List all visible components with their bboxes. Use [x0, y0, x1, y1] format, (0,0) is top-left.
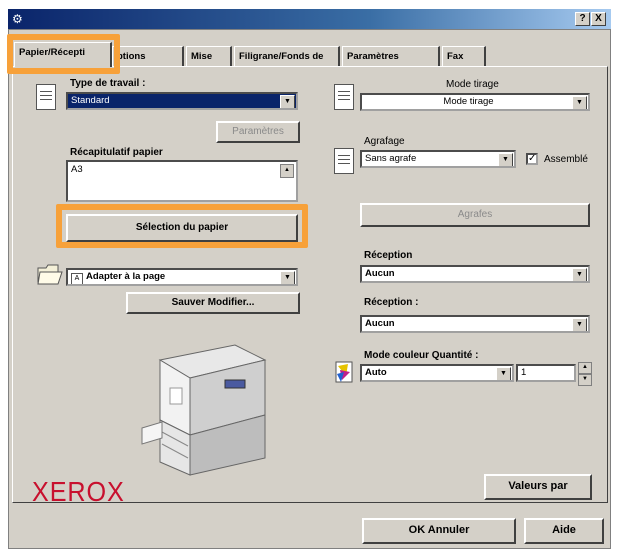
help-title-button[interactable]: ?	[575, 12, 590, 26]
close-title-button[interactable]: X	[591, 12, 606, 26]
reception-value: Aucun	[365, 268, 395, 279]
reception-2-select[interactable]: Aucun ▼	[360, 315, 590, 333]
ok-cancel-button[interactable]: OK Annuler	[362, 518, 516, 544]
job-type-value: Standard	[71, 95, 110, 106]
help-button[interactable]: Aide	[524, 518, 604, 544]
tab-watermark[interactable]: Filigrane/Fonds de	[234, 46, 340, 66]
quantity-field[interactable]: 1	[516, 364, 576, 382]
tab-options[interactable]: ptions	[112, 46, 184, 66]
color-mode-value: Auto	[365, 367, 387, 378]
printer-app-icon: ⚙	[12, 12, 23, 26]
reception-label: Réception	[364, 250, 413, 261]
chevron-down-icon[interactable]: ▼	[498, 153, 513, 166]
stepper-up-icon[interactable]: ▲	[578, 362, 592, 374]
mode-value: Mode tirage	[443, 96, 494, 107]
title-bar[interactable]: ⚙ ? X	[8, 9, 611, 29]
color-quantity-label: Mode couleur Quantité :	[364, 350, 479, 361]
folder-open-icon	[36, 260, 64, 288]
page-icon: A	[71, 273, 83, 284]
mode-label: Mode tirage	[446, 79, 499, 90]
color-palette-icon	[334, 360, 356, 386]
fit-value: Adapter à la page	[86, 271, 166, 282]
chevron-down-icon[interactable]: ▼	[572, 96, 587, 109]
stapled-document-icon	[334, 148, 354, 174]
paper-selection-highlight	[56, 204, 308, 248]
tab-parameters[interactable]: Paramètres	[342, 46, 440, 66]
tab-fax[interactable]: Fax	[442, 46, 486, 66]
tab-paper-output[interactable]: Papier/Récepti	[14, 42, 112, 67]
quantity-value: 1	[521, 367, 527, 378]
chevron-down-icon[interactable]: ▼	[280, 271, 295, 284]
stapling-value: Sans agrafe	[365, 153, 417, 164]
stapling-label: Agrafage	[364, 136, 405, 147]
job-type-label: Type de travail :	[70, 78, 146, 89]
job-type-select[interactable]: Standard ▼	[66, 92, 298, 110]
paper-summary-label: Récapitulatif papier	[70, 147, 163, 158]
chevron-down-icon[interactable]: ▼	[496, 367, 511, 380]
paper-summary-list[interactable]: A3 ▲	[66, 160, 298, 202]
chevron-down-icon[interactable]: ▼	[572, 318, 587, 331]
tab-layout[interactable]: Mise	[186, 46, 232, 66]
parameters-button[interactable]: Paramètres	[216, 121, 300, 143]
color-mode-select[interactable]: Auto ▼	[360, 364, 514, 382]
paper-summary-item: A3	[71, 164, 83, 175]
mode-select[interactable]: Mode tirage ▼	[360, 93, 590, 111]
printer-illustration	[140, 340, 290, 480]
fit-select[interactable]: A Adapter à la page ▼	[66, 268, 298, 286]
collated-label: Assemblé	[544, 154, 588, 165]
reception-select[interactable]: Aucun ▼	[360, 265, 590, 283]
reception-2-label: Réception :	[364, 297, 419, 308]
save-modify-button[interactable]: Sauver Modifier...	[126, 292, 300, 314]
document-icon	[334, 84, 354, 110]
scroll-up-icon[interactable]: ▲	[280, 164, 294, 178]
collated-checkbox[interactable]: ✓	[526, 153, 538, 165]
staples-button[interactable]: Agrafes	[360, 203, 590, 227]
chevron-down-icon[interactable]: ▼	[280, 95, 295, 108]
chevron-down-icon[interactable]: ▼	[572, 268, 587, 281]
document-icon	[36, 84, 56, 110]
stepper-down-icon[interactable]: ▼	[578, 374, 592, 386]
reception-2-value: Aucun	[365, 318, 395, 329]
stapling-select[interactable]: Sans agrafe ▼	[360, 150, 516, 168]
xerox-logo: XEROX	[32, 476, 125, 507]
default-values-button[interactable]: Valeurs par	[484, 474, 592, 500]
quantity-stepper[interactable]: ▲ ▼	[578, 362, 592, 386]
